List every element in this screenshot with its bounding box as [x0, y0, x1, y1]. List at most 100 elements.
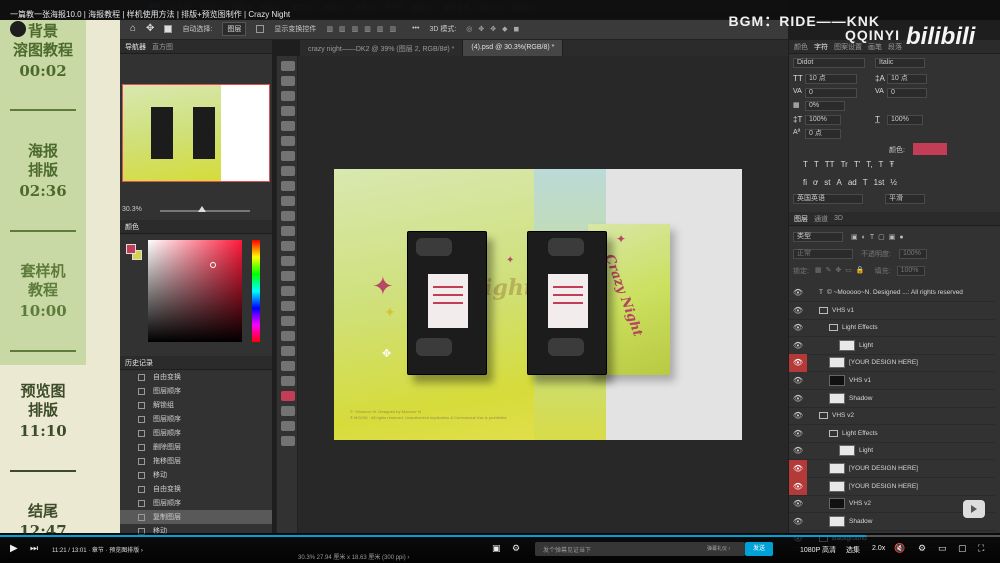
document-tab[interactable]: (4).psd @ 30.3%(RGB/8) *: [463, 40, 564, 56]
text-format-button[interactable]: Ŧ: [889, 160, 894, 169]
layer-select-dropdown[interactable]: 图层: [222, 21, 247, 36]
play-icon[interactable]: ▶: [10, 543, 18, 554]
send-danmaku-button[interactable]: 发送: [745, 542, 773, 556]
history-item[interactable]: 自由变换: [120, 482, 272, 496]
visibility-eye-icon[interactable]: 👁: [789, 424, 807, 442]
tool-icon[interactable]: [281, 406, 295, 416]
history-item[interactable]: 复制图层: [120, 510, 272, 524]
tool-icon[interactable]: [281, 436, 295, 446]
layer-row[interactable]: 👁 [YOUR DESIGN HERE]: [789, 353, 995, 373]
canvas-area[interactable]: Night ✦ ✦ ✦ Crazy Night ✦ © ~Mooooo~N. D…: [298, 56, 788, 533]
visibility-eye-icon[interactable]: 👁: [789, 301, 807, 319]
zoom-slider-knob[interactable]: [198, 206, 206, 212]
tool-icon[interactable]: [281, 136, 295, 146]
tool-icon[interactable]: [281, 226, 295, 236]
quality-button[interactable]: 1080P 高清: [800, 545, 836, 555]
opacity-field[interactable]: 100%: [898, 249, 927, 259]
text-format-button[interactable]: T': [854, 160, 860, 169]
layer-row[interactable]: 👁 Shadow: [789, 390, 995, 408]
font-family-select[interactable]: Didot: [793, 58, 865, 68]
tool-icon[interactable]: [281, 166, 295, 176]
horizontal-scale-field[interactable]: 100%: [887, 115, 923, 125]
tool-icon[interactable]: [281, 121, 295, 131]
text-format-button[interactable]: A: [836, 178, 841, 187]
next-icon[interactable]: ⏭: [30, 543, 38, 554]
history-item[interactable]: 移动: [120, 468, 272, 482]
lock-icons[interactable]: ▦✎✥▭🔒: [815, 266, 869, 276]
move-tool-icon[interactable]: ✥: [146, 23, 154, 34]
tool-icon[interactable]: [281, 91, 295, 101]
speed-button[interactable]: 2.0x: [872, 545, 885, 552]
select-episode-button[interactable]: 选集: [846, 545, 860, 555]
video-play-overlay-icon[interactable]: [963, 500, 985, 518]
visibility-eye-icon[interactable]: 👁: [789, 336, 807, 354]
tool-icon[interactable]: [281, 346, 295, 356]
settings-icon[interactable]: ⚙: [918, 543, 926, 554]
history-item[interactable]: 图层顺序: [120, 412, 272, 426]
tab-character-panel[interactable]: 字符: [814, 42, 828, 52]
filter-icons[interactable]: ▣◐T▢▣●: [851, 233, 908, 241]
tool-icon[interactable]: [281, 391, 295, 401]
text-format-button[interactable]: ½: [890, 178, 897, 187]
tool-icon[interactable]: [281, 241, 295, 251]
layer-row[interactable]: 👁 [YOUR DESIGN HERE]: [789, 459, 995, 478]
layer-row[interactable]: 👁 Light: [789, 442, 995, 461]
danmaku-toggle-icon[interactable]: ▣: [492, 543, 501, 554]
tool-icon[interactable]: [281, 61, 295, 71]
layer-row[interactable]: 👁 VHS v1: [789, 372, 995, 390]
align-icons[interactable]: ▥▥▥▥▥▥: [326, 25, 402, 33]
font-style-select[interactable]: Italic: [875, 58, 925, 68]
text-format-button[interactable]: T,: [866, 160, 872, 169]
chapter-5-title[interactable]: 结尾: [0, 502, 86, 521]
layer-row[interactable]: 👁 [YOUR DESIGN HERE]: [789, 477, 995, 496]
blend-mode-select[interactable]: 正常: [793, 249, 853, 259]
text-format-button[interactable]: fi: [803, 178, 807, 187]
more-icon[interactable]: •••: [412, 25, 419, 32]
danmaku-settings-icon[interactable]: ⚙: [512, 543, 520, 554]
tool-icon[interactable]: [281, 316, 295, 326]
tool-icon[interactable]: [281, 331, 295, 341]
tool-icon[interactable]: [281, 151, 295, 161]
chapter-1-time[interactable]: 00:02: [0, 62, 86, 81]
text-format-button[interactable]: ơ: [813, 178, 818, 187]
history-item[interactable]: 图层顺序: [120, 496, 272, 510]
vertical-scale-field[interactable]: 100%: [805, 115, 841, 125]
history-item[interactable]: 图层顺序: [120, 426, 272, 440]
home-icon[interactable]: ⌂: [130, 23, 136, 34]
layer-row[interactable]: 👁 Light Effects: [789, 425, 995, 443]
visibility-eye-icon[interactable]: 👁: [789, 407, 807, 425]
tab-histogram[interactable]: 直方图: [152, 42, 173, 52]
layer-row[interactable]: 👁 T © ~Mooooo~N. Designed ...: All rights …: [789, 284, 995, 302]
tsume-field[interactable]: 0%: [805, 101, 845, 111]
tool-icon[interactable]: [281, 211, 295, 221]
tab-character-panel[interactable]: 图案设置: [834, 42, 862, 52]
tab-layers-panel[interactable]: 通道: [814, 214, 828, 224]
text-format-button[interactable]: T: [878, 160, 883, 169]
chapter-2-time[interactable]: 02:36: [0, 182, 86, 201]
baseline-field[interactable]: 0 点: [805, 129, 841, 139]
layer-row[interactable]: 👁 VHS v1: [789, 302, 995, 320]
tool-icon[interactable]: [281, 361, 295, 371]
tool-icon[interactable]: [281, 286, 295, 296]
visibility-eye-icon[interactable]: 👁: [789, 389, 807, 407]
text-color-swatch[interactable]: [913, 143, 947, 155]
tab-character-panel[interactable]: 画笔: [868, 42, 882, 52]
text-format-button[interactable]: st: [824, 178, 830, 187]
layer-row[interactable]: 👁 Light: [789, 337, 995, 355]
chapter-2-title[interactable]: 海报 排版: [0, 142, 86, 180]
document-canvas[interactable]: Night ✦ ✦ ✦ Crazy Night ✦ © ~Mooooo~N. D…: [334, 169, 742, 440]
auto-select-checkbox[interactable]: [164, 24, 173, 33]
language-select[interactable]: 英国英语: [793, 194, 863, 204]
fill-field[interactable]: 100%: [896, 266, 925, 276]
tab-character-panel[interactable]: 颜色: [794, 42, 808, 52]
visibility-eye-icon[interactable]: 👁: [789, 512, 807, 530]
text-format-button[interactable]: TT: [825, 160, 835, 169]
hue-slider[interactable]: [252, 240, 260, 342]
tool-icon[interactable]: [281, 76, 295, 86]
document-tab[interactable]: crazy night——DK2 @ 39% (图层 2, RGB/8#) *: [300, 40, 464, 56]
tool-icon[interactable]: [281, 181, 295, 191]
layer-filter-select[interactable]: 类型: [793, 232, 843, 242]
layer-row[interactable]: 👁 VHS v2: [789, 407, 995, 426]
widescreen-icon[interactable]: ▢: [958, 543, 967, 554]
volume-mute-icon[interactable]: 🔇: [894, 543, 905, 554]
